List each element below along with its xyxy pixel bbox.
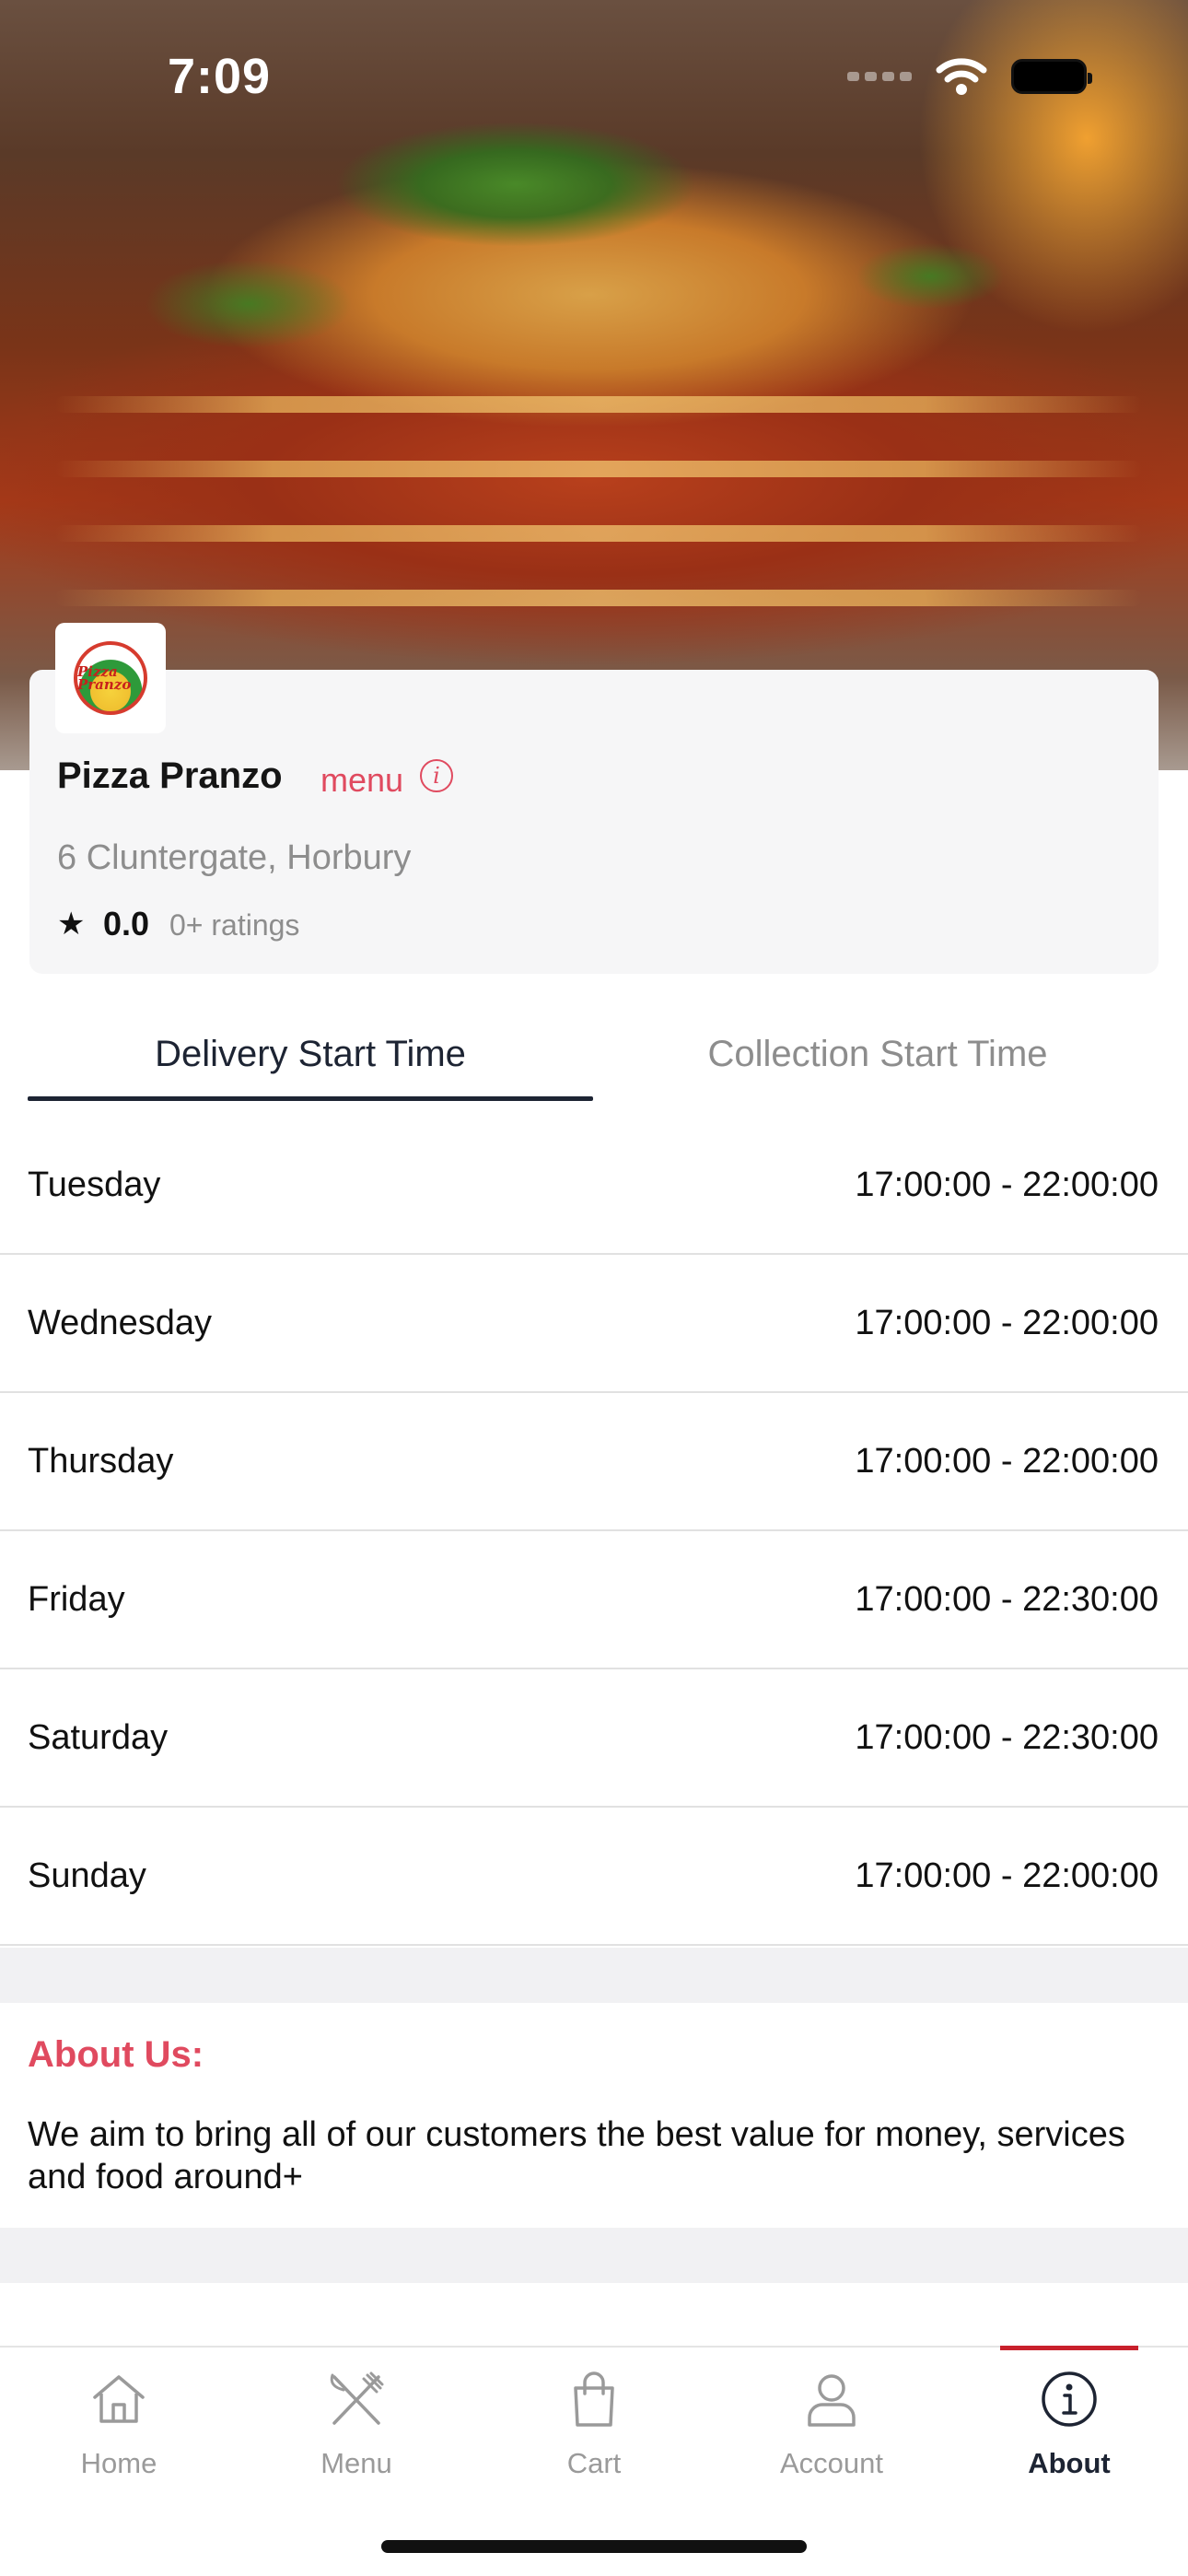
nav-home[interactable]: Home — [0, 2348, 238, 2513]
opening-hours-list: Tuesday 17:00:00 - 22:00:00 Wednesday 17… — [0, 1117, 1188, 1946]
nav-menu[interactable]: Menu — [238, 2348, 475, 2513]
hours-time: 17:00:00 - 22:00:00 — [855, 1165, 1159, 1204]
about-title: About Us: — [28, 2034, 204, 2075]
tab-collection-start-time[interactable]: Collection Start Time — [595, 1034, 1160, 1075]
hours-row: Wednesday 17:00:00 - 22:00:00 — [0, 1255, 1188, 1393]
hours-row: Tuesday 17:00:00 - 22:00:00 — [0, 1117, 1188, 1255]
nav-label: Account — [779, 2447, 883, 2479]
hours-time: 17:00:00 - 22:30:00 — [855, 1579, 1159, 1619]
nav-label: About — [1028, 2447, 1111, 2479]
restaurant-logo: Pizza Pranzo — [55, 623, 166, 733]
hours-day: Friday — [28, 1579, 125, 1619]
hours-day: Saturday — [28, 1717, 169, 1757]
hours-day: Tuesday — [28, 1165, 161, 1204]
nav-label: Menu — [320, 2447, 392, 2479]
logo-text: Pizza Pranzo — [77, 663, 132, 693]
info-icon — [1042, 2371, 1097, 2427]
home-indicator[interactable] — [381, 2540, 807, 2553]
fork-knife-icon — [330, 2371, 384, 2425]
signal-icon — [847, 72, 912, 81]
hero-food-image — [0, 0, 1188, 770]
hours-day: Wednesday — [28, 1303, 212, 1342]
nav-account[interactable]: Account — [713, 2348, 950, 2513]
battery-icon — [1011, 59, 1092, 94]
restaurant-name: Pizza Pranzo — [57, 755, 283, 796]
person-icon — [808, 2374, 856, 2427]
home-icon — [93, 2375, 145, 2423]
shopping-bag-icon — [574, 2371, 614, 2427]
tab-delivery-start-time[interactable]: Delivery Start Time — [28, 1034, 593, 1075]
hours-row: Sunday 17:00:00 - 22:00:00 — [0, 1808, 1188, 1946]
about-text: We aim to bring all of our customers the… — [28, 2115, 1125, 2196]
rating-count: 0+ ratings — [169, 908, 300, 942]
hours-time: 17:00:00 - 22:00:00 — [855, 1441, 1159, 1481]
active-tab-indicator — [28, 1096, 593, 1101]
section-divider — [0, 2228, 1188, 2283]
star-icon: ★ — [57, 907, 86, 942]
hours-time: 17:00:00 - 22:30:00 — [855, 1717, 1159, 1757]
section-divider — [0, 1948, 1188, 2003]
nav-label: Home — [80, 2447, 157, 2479]
rating-value: 0.0 — [103, 905, 150, 943]
nav-about[interactable]: About — [950, 2348, 1188, 2513]
hours-day: Sunday — [28, 1856, 146, 1895]
info-icon[interactable]: i — [420, 759, 453, 792]
wifi-icon — [936, 58, 987, 95]
restaurant-address: 6 Cluntergate, Horbury — [57, 838, 412, 877]
nav-cart[interactable]: Cart — [475, 2348, 713, 2513]
status-time: 7:09 — [168, 49, 272, 104]
hours-row: Friday 17:00:00 - 22:30:00 — [0, 1531, 1188, 1669]
status-icons — [847, 57, 1092, 96]
hours-time: 17:00:00 - 22:00:00 — [855, 1303, 1159, 1342]
nav-label: Cart — [566, 2447, 622, 2479]
hours-row: Saturday 17:00:00 - 22:30:00 — [0, 1669, 1188, 1808]
hours-day: Thursday — [28, 1441, 174, 1481]
hours-row: Thursday 17:00:00 - 22:00:00 — [0, 1393, 1188, 1531]
menu-link[interactable]: menu — [320, 761, 403, 800]
hours-time: 17:00:00 - 22:00:00 — [855, 1856, 1159, 1895]
